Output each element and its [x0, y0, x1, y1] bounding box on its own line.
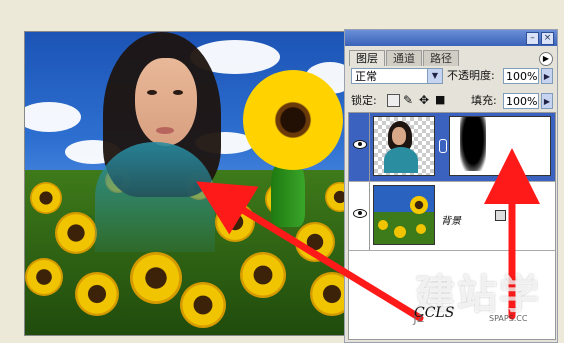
sunflower: [290, 217, 340, 267]
woman-lips: [156, 127, 174, 134]
menu-arrow-icon: ▶: [542, 54, 550, 63]
blend-mode-value: 正常: [355, 70, 377, 83]
blend-row: 正常 ▼ 不透明度: 100% ▶: [349, 68, 555, 88]
opacity-input[interactable]: 100%: [503, 68, 539, 84]
panel-menu-button[interactable]: ▶: [539, 52, 553, 66]
layer-thumbnail[interactable]: [373, 185, 435, 245]
eye-icon[interactable]: [353, 209, 367, 218]
eye-icon[interactable]: [353, 140, 367, 149]
layer-mask-thumbnail[interactable]: [449, 116, 551, 176]
visibility-toggle[interactable]: [349, 182, 370, 250]
layer-name: 背景: [441, 216, 461, 227]
fill-input[interactable]: 100%: [503, 93, 539, 109]
opacity-slider-button[interactable]: ▶: [541, 68, 553, 84]
sunflower: [234, 246, 292, 304]
chain-link-icon[interactable]: [439, 139, 447, 153]
watermark: 建站学 jz SPAPS.CC: [405, 262, 555, 332]
woman-eye: [147, 90, 157, 95]
mask-shape: [460, 117, 486, 171]
tab-paths[interactable]: 路径: [423, 50, 459, 66]
lock-transparent-icon[interactable]: [387, 94, 400, 107]
tab-channels[interactable]: 通道: [386, 50, 422, 66]
visibility-toggle[interactable]: [349, 113, 370, 181]
handwritten-signature: CCLS: [414, 305, 455, 321]
opacity-label: 不透明度:: [447, 69, 495, 82]
document-canvas[interactable]: [24, 31, 346, 336]
panel-tabs: 图层 通道 路径: [349, 50, 460, 66]
brush-lock-icon[interactable]: ✎: [403, 92, 413, 108]
move-lock-icon[interactable]: ✥: [419, 92, 429, 108]
fill-slider-button[interactable]: ▶: [541, 93, 553, 109]
chevron-down-icon[interactable]: ▼: [427, 69, 442, 83]
layer-row[interactable]: 背景: [349, 182, 555, 251]
sunflower: [174, 276, 232, 334]
sunflower: [123, 245, 189, 311]
sunflower: [49, 206, 103, 260]
layer-row[interactable]: [349, 113, 555, 182]
lock-label: 锁定:: [351, 94, 377, 107]
blend-mode-select[interactable]: 正常 ▼: [351, 68, 443, 84]
sunflower: [304, 266, 345, 322]
tab-layers[interactable]: 图层: [349, 50, 385, 66]
lock-icon: [495, 210, 506, 221]
sunflower: [26, 178, 66, 218]
layer-thumbnail[interactable]: [373, 116, 435, 176]
fill-label: 填充:: [471, 94, 497, 107]
watermark-logo: SPAPS.CC: [489, 314, 528, 323]
sunflower: [69, 266, 125, 322]
woman-eye: [173, 90, 183, 95]
sunflower: [25, 253, 68, 301]
close-button[interactable]: ×: [541, 32, 554, 45]
woman-shirt: [95, 142, 215, 252]
cloud: [25, 102, 81, 132]
large-sunflower: [233, 60, 345, 180]
lock-row: 锁定: ✎ ✥ ■ 填充: 100% ▶: [349, 92, 555, 112]
panel-titlebar[interactable]: – ×: [345, 30, 557, 46]
minimize-button[interactable]: –: [526, 32, 539, 45]
lock-icon[interactable]: ■: [435, 92, 445, 108]
sunflower: [210, 197, 260, 247]
